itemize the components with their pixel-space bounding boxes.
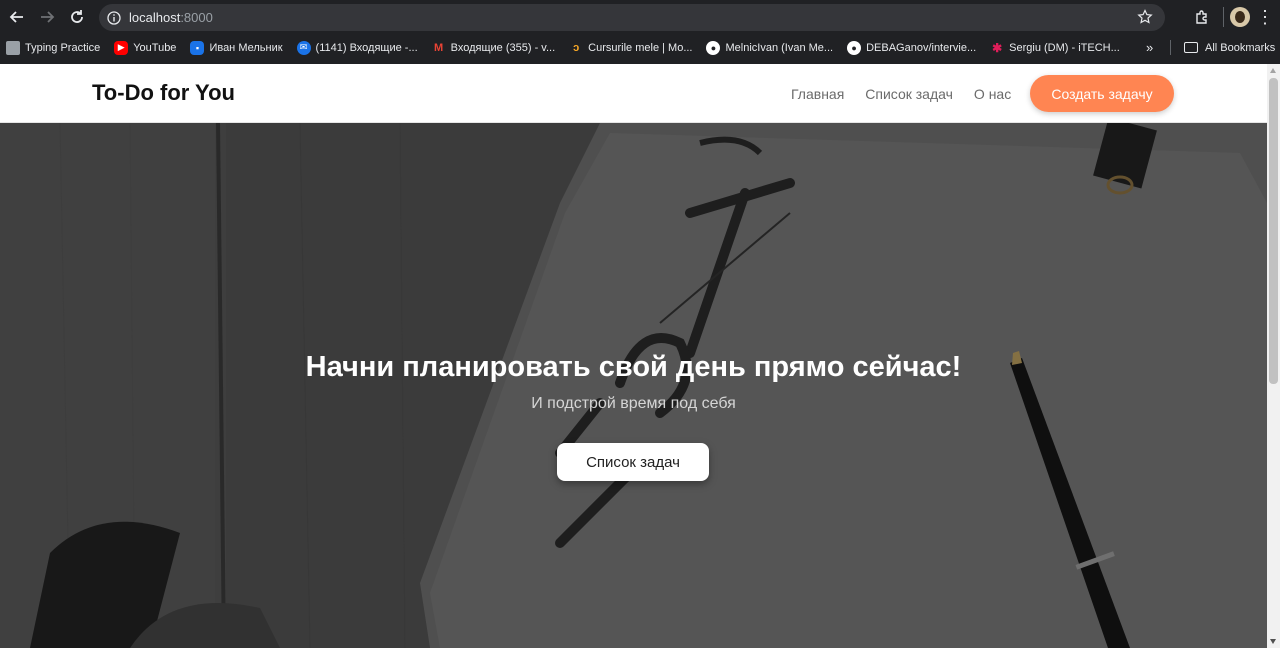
scroll-thumb[interactable] xyxy=(1269,78,1278,384)
back-button[interactable] xyxy=(2,2,32,32)
scroll-up-arrow[interactable] xyxy=(1270,68,1276,73)
bookmark-label: Typing Practice xyxy=(25,41,101,54)
hero-subtitle: И подстрой время под себя xyxy=(531,395,736,412)
toolbar-divider xyxy=(1223,7,1224,27)
moodle-icon: ↄ xyxy=(573,41,580,54)
bookmark-star-icon[interactable] xyxy=(1137,9,1153,25)
folder-icon xyxy=(1184,42,1198,53)
bookmark-label: Иван Мельник xyxy=(209,41,283,54)
scroll-down-arrow[interactable] xyxy=(1270,639,1276,644)
url-port: :8000 xyxy=(180,10,213,25)
typing-icon xyxy=(6,40,20,55)
nav-about[interactable]: О нас xyxy=(974,86,1011,102)
bookmark-label: Входящие (355) - v... xyxy=(450,41,556,54)
mail-icon: ✉ xyxy=(296,40,311,55)
site-logo[interactable]: To-Do for You xyxy=(92,80,235,106)
bookmark-item[interactable]: ● DEBAGanov/intervie... xyxy=(847,40,977,55)
bookmark-label: (1141) Входящие -... xyxy=(315,41,418,54)
nav-task-list[interactable]: Список задач xyxy=(865,86,953,102)
hero-section: Начни планировать свой день прямо сейчас… xyxy=(0,123,1267,648)
bookmark-item[interactable]: ✱ Sergiu (DM) - iTECH... xyxy=(990,41,1120,55)
all-bookmarks-button[interactable]: All Bookmarks xyxy=(1184,34,1275,61)
hero-background-image xyxy=(0,123,1267,648)
extensions-button[interactable] xyxy=(1187,2,1217,32)
nav-home[interactable]: Главная xyxy=(791,86,844,102)
bookmark-item[interactable]: Typing Practice xyxy=(6,40,101,55)
reload-button[interactable] xyxy=(62,2,92,32)
slack-icon: ✱ xyxy=(992,40,1003,55)
profile-avatar[interactable] xyxy=(1230,7,1250,27)
url-host: localhost xyxy=(129,10,181,25)
bookmark-item[interactable]: ● MelnicIvan (Ivan Me... xyxy=(706,40,834,55)
forward-button[interactable] xyxy=(32,2,62,32)
task-list-button[interactable]: Список задач xyxy=(557,443,709,481)
main-nav: Главная Список задач О нас xyxy=(791,86,1032,102)
bookmark-item[interactable]: M Входящие (355) - v... xyxy=(432,41,556,55)
create-task-button[interactable]: Создать задачу xyxy=(1030,75,1174,112)
bookmarks-bar: Typing Practice ▶ YouTube ▪ Иван Мельник ✉… xyxy=(0,34,1280,61)
page-scrollbar[interactable] xyxy=(1267,64,1280,648)
bookmark-label: Sergiu (DM) - iTECH... xyxy=(1009,41,1120,54)
all-bookmarks-label: All Bookmarks xyxy=(1205,41,1276,54)
bookmark-item[interactable]: ▶ YouTube xyxy=(114,40,177,55)
site-info-icon[interactable] xyxy=(107,10,121,25)
puzzle-icon xyxy=(1196,10,1207,24)
reload-icon xyxy=(71,10,83,23)
arrow-left-icon xyxy=(9,11,23,23)
messenger-icon: ▪ xyxy=(190,40,205,55)
site-header: To-Do for You Главная Список задач О нас… xyxy=(0,64,1267,123)
bookmark-label: YouTube xyxy=(133,41,177,54)
bookmark-label: MelnicIvan (Ivan Me... xyxy=(725,41,834,54)
more-bookmarks-button[interactable]: » xyxy=(1146,34,1153,61)
bookmark-item[interactable]: ✉ (1141) Входящие -... xyxy=(296,40,418,55)
github-icon: ● xyxy=(847,40,862,55)
avatar-face xyxy=(1235,11,1245,23)
address-bar[interactable]: localhost:8000 xyxy=(99,4,1165,31)
bookmark-item[interactable]: ▪ Иван Мельник xyxy=(190,40,283,55)
bookmark-label: DEBAGanov/intervie... xyxy=(866,41,977,54)
github-icon: ● xyxy=(706,40,721,55)
bookmark-item[interactable]: ↄ Cursurile mele | Mo... xyxy=(569,41,692,55)
url-text: localhost:8000 xyxy=(129,10,213,25)
bookmark-label: Cursurile mele | Mo... xyxy=(588,41,693,54)
arrow-right-icon xyxy=(41,11,55,23)
bookmarks-divider xyxy=(1170,40,1171,55)
hero-title: Начни планировать свой день прямо сейчас… xyxy=(305,351,962,383)
gmail-icon: M xyxy=(434,41,444,54)
youtube-icon: ▶ xyxy=(114,40,129,55)
page-viewport: To-Do for You Главная Список задач О нас… xyxy=(0,64,1267,648)
browser-menu-icon[interactable]: ⋮ xyxy=(1250,2,1280,32)
toolbar-right: ⋮ xyxy=(1187,0,1280,34)
browser-toolbar: localhost:8000 ⋮ xyxy=(0,0,1280,34)
